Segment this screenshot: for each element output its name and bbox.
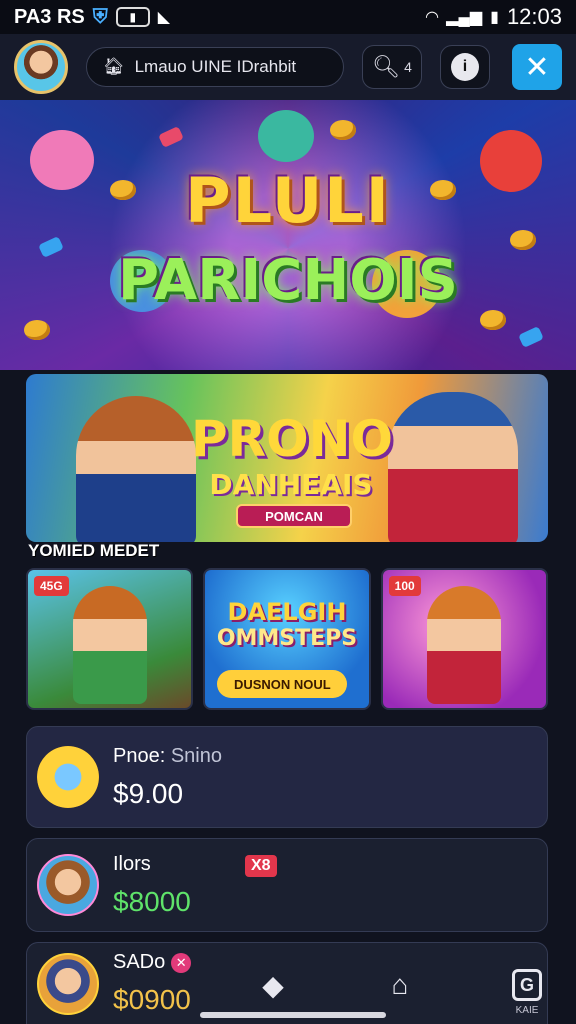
- nav-games[interactable]: G KAIE: [504, 962, 550, 1016]
- status-time: 12:03: [506, 4, 562, 29]
- hero-banner[interactable]: PLULI PARICHOIS: [0, 100, 576, 370]
- shield-icon: ⛨: [92, 5, 108, 28]
- app-header: 🏠︎ Lmauo UINE IDrahbit 🔍︎ 4 i ✕: [0, 34, 576, 100]
- promo-banner[interactable]: PRONO DANHEAIS POMCAN: [26, 374, 548, 542]
- search-bar-label: Lmauo UINE IDrahbit: [134, 57, 297, 76]
- gem-decoration: [158, 126, 184, 148]
- card-play-button[interactable]: DUSNON NOUL: [217, 670, 348, 698]
- coin-icon: [37, 746, 99, 808]
- hero-title-line2: PARICHOIS: [118, 248, 458, 313]
- wifi-icon: ◠: [425, 9, 439, 26]
- row-amount: $9.00: [113, 777, 184, 809]
- avatar[interactable]: [14, 40, 68, 94]
- close-button[interactable]: ✕: [512, 44, 562, 90]
- search-button[interactable]: 🔍︎ 4: [362, 45, 422, 89]
- close-icon: ✕: [524, 50, 550, 84]
- house-icon: ⌂: [391, 969, 409, 1000]
- row-title: SADo ✕: [113, 951, 192, 974]
- pet-avatar-icon: [37, 854, 99, 916]
- row-tag: X8: [245, 855, 277, 877]
- nav-crystal[interactable]: ◆: [250, 962, 296, 1008]
- game-character: [72, 586, 147, 704]
- home-indicator[interactable]: [200, 1012, 386, 1018]
- search-button-label: 4: [404, 59, 412, 75]
- battery-mini-icon: ▮: [115, 7, 150, 27]
- game-card-3[interactable]: 100: [380, 568, 548, 710]
- section-label: YOMIED MEDET: [28, 541, 160, 560]
- game-card-1[interactable]: 45G: [26, 568, 194, 710]
- close-badge-icon[interactable]: ✕: [171, 952, 192, 973]
- card-badge: 100: [388, 576, 421, 596]
- promo-title-line1: PRONO: [191, 410, 394, 468]
- status-left-text: PA3 RS: [14, 5, 85, 28]
- green-creature: [258, 110, 314, 162]
- nav-games-label: KAIE: [515, 1005, 539, 1016]
- coin-decoration: [480, 310, 506, 330]
- g-icon: G: [512, 969, 542, 1001]
- card-badge: 45G: [34, 576, 69, 596]
- game-cards: 45G DAELGIH OMMSTEPS DUSNON NOUL 100: [26, 568, 548, 710]
- pet-avatar-icon: [37, 952, 99, 1015]
- row-name: Ilors: [113, 852, 151, 875]
- game-card-2[interactable]: DAELGIH OMMSTEPS DUSNON NOUL: [203, 568, 371, 710]
- info-button[interactable]: i: [440, 45, 490, 89]
- coin-decoration: [24, 320, 50, 340]
- list-item[interactable]: Ilors $8000 X8: [26, 838, 548, 932]
- promo-title-line2: DANHEAIS: [209, 468, 373, 501]
- battery-icon: ▮: [490, 9, 499, 26]
- row-amount: $8000: [113, 885, 191, 917]
- list-item[interactable]: Pnoe: Snino $9.00: [26, 726, 548, 828]
- row-name: Pnoe:: [113, 744, 166, 767]
- promo-character-left: [76, 396, 196, 542]
- download-icon: ◣: [157, 9, 171, 26]
- row-subtitle: Snino: [170, 744, 222, 767]
- row-name: SADo: [113, 951, 166, 973]
- card-title-line1: DAELGIH: [227, 598, 347, 626]
- card-title-line2: OMMSTEPS: [216, 626, 358, 651]
- crystal-icon: ◆: [262, 969, 284, 1001]
- building-icon: 🏠︎: [103, 57, 125, 76]
- search-bar[interactable]: 🏠︎ Lmauo UINE IDrahbit: [86, 47, 344, 87]
- status-bar: PA3 RS ⛨ ▮ ◣ ◠ ▂▄▆ ▮ 12:03: [0, 0, 576, 34]
- promo-button[interactable]: POMCAN: [236, 504, 352, 528]
- gem-decoration: [518, 326, 544, 348]
- promo-character-right: [388, 392, 518, 542]
- bottom-nav: ◆ ⌂ G KAIE: [250, 960, 550, 1016]
- row-amount: $0900: [113, 984, 191, 1015]
- signal-icon: ▂▄▆: [446, 9, 483, 26]
- nav-home[interactable]: ⌂: [377, 962, 423, 1008]
- row-title: Pnoe: Snino: [113, 745, 222, 768]
- info-icon: i: [451, 53, 479, 81]
- game-character: [427, 586, 502, 704]
- search-icon: 🔍︎: [372, 54, 401, 79]
- hero-title-line1: PLULI: [185, 164, 391, 237]
- coin-decoration: [330, 120, 356, 140]
